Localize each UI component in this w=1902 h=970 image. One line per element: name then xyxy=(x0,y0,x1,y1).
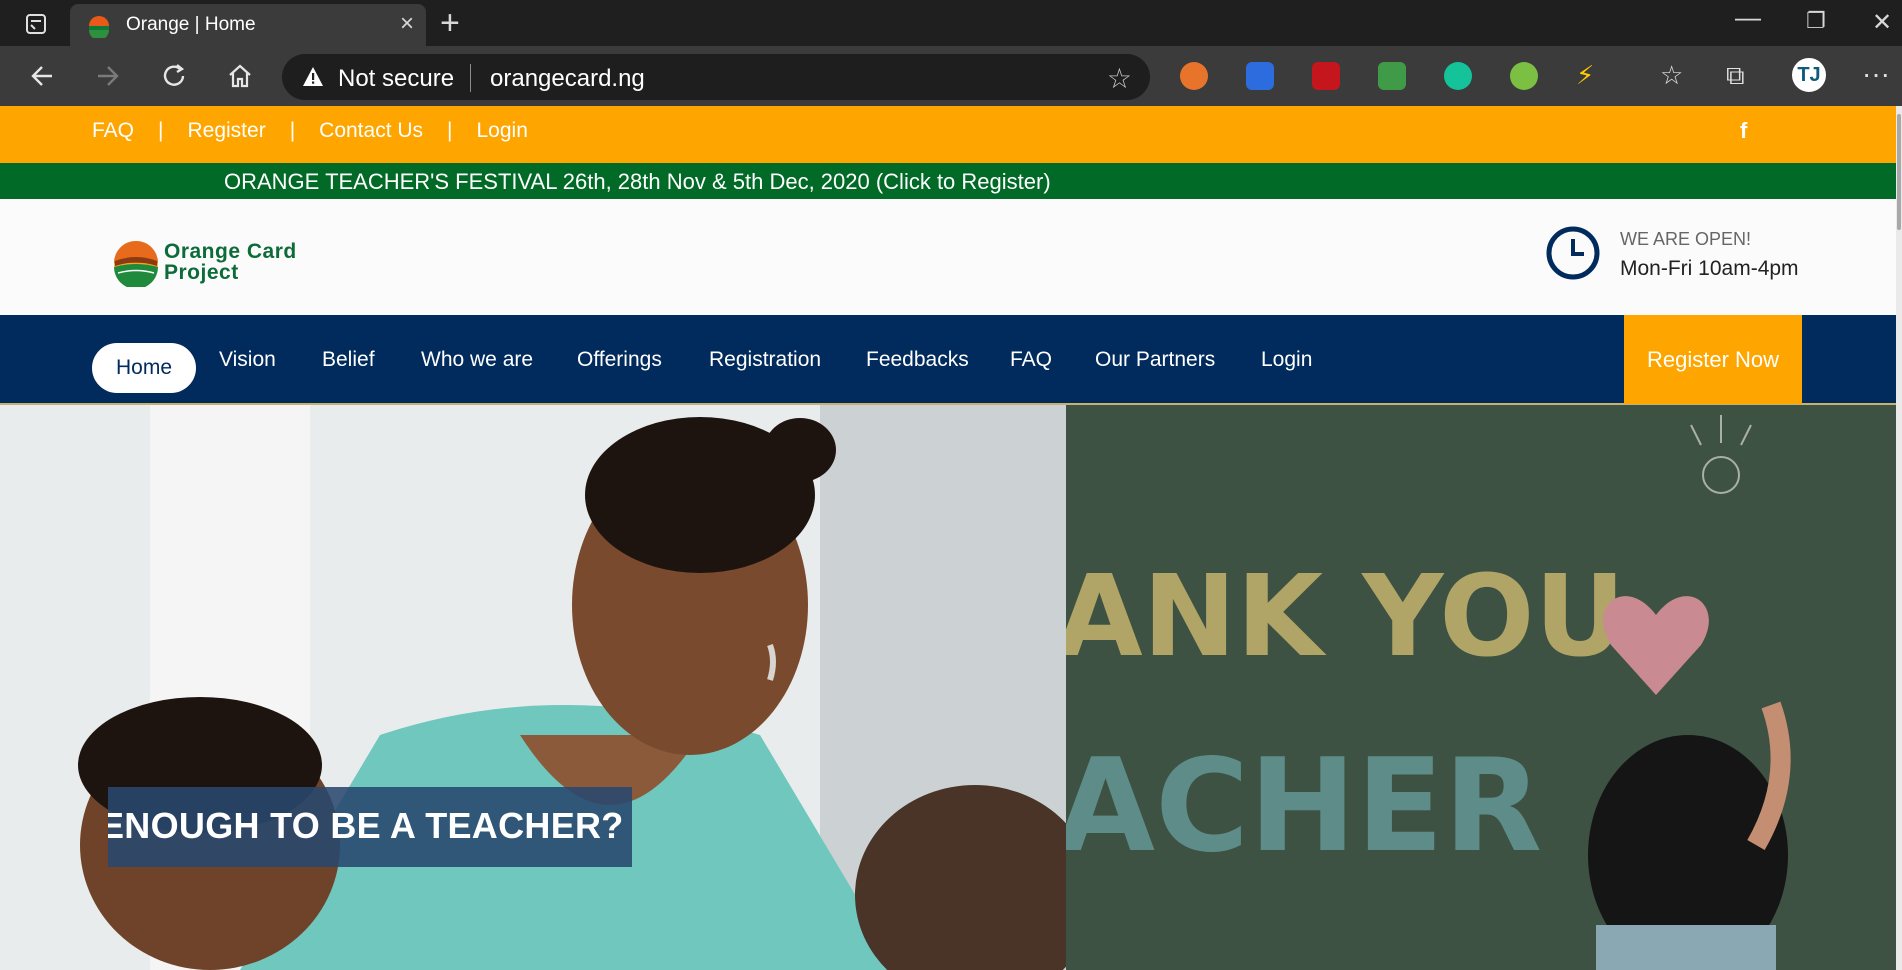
hero-caption: ENOUGH TO BE A TEACHER? xyxy=(108,787,632,867)
profile-initials: TJ xyxy=(1797,64,1821,86)
logo-text: Orange Card Project xyxy=(164,241,297,283)
profile-avatar[interactable]: TJ xyxy=(1790,56,1828,94)
top-link-contact-us[interactable]: Contact Us xyxy=(319,119,423,143)
new-tab-button[interactable]: + xyxy=(440,6,460,40)
more-options-icon[interactable]: ··· xyxy=(1862,58,1890,90)
nav-item-login[interactable]: Login xyxy=(1261,348,1312,372)
clock-icon xyxy=(1546,226,1600,280)
top-link-faq[interactable]: FAQ xyxy=(92,119,134,143)
forward-arrow-icon[interactable] xyxy=(90,60,126,96)
site-header: Orange Card Project WE ARE OPEN! Mon-Fri… xyxy=(0,199,1896,315)
top-link-separator: | xyxy=(158,119,164,142)
opening-label: WE ARE OPEN! xyxy=(1620,229,1752,249)
page-scrollbar[interactable] xyxy=(1896,106,1902,970)
tab-title: Orange | Home xyxy=(126,14,256,35)
nav-item-home[interactable]: Home xyxy=(92,343,196,393)
register-now-button[interactable]: Register Now xyxy=(1624,315,1802,404)
logo-text-line1: Orange Card xyxy=(164,240,297,263)
logo-mark-icon xyxy=(114,241,158,287)
main-navigation: Home Vision Belief Who we are Offerings … xyxy=(0,315,1896,405)
add-favorite-icon[interactable]: ☆ xyxy=(1107,62,1132,95)
lightning-extension-icon[interactable]: ⚡ xyxy=(1576,60,1594,91)
home-icon[interactable] xyxy=(222,60,258,96)
top-link-separator: | xyxy=(289,119,296,142)
nav-item-who-we-are[interactable]: Who we are xyxy=(421,348,533,372)
top-link-register[interactable]: Register xyxy=(187,119,265,143)
favorites-icon[interactable]: ☆ xyxy=(1660,60,1683,91)
grammarly-extension-icon[interactable] xyxy=(1444,62,1472,90)
nav-item-feedbacks[interactable]: Feedbacks xyxy=(866,348,969,372)
brave-shield-extension-icon[interactable] xyxy=(1180,62,1208,90)
address-bar[interactable]: Not secure orangecard.ng ☆ xyxy=(282,54,1150,100)
opening-hours: Mon-Fri 10am-4pm xyxy=(1620,257,1799,280)
nav-item-belief[interactable]: Belief xyxy=(322,348,375,372)
url-text[interactable]: orangecard.ng xyxy=(490,65,645,93)
nav-item-vision[interactable]: Vision xyxy=(219,348,276,372)
thank-you-teacher-chalkboard-image: ANK YOU ACHER xyxy=(1066,405,1896,970)
top-link-separator: | xyxy=(447,119,453,142)
festival-banner-text[interactable]: ORANGE TEACHER'S FESTIVAL 26th, 28th Nov… xyxy=(224,169,1051,195)
window-close-button[interactable]: ✕ xyxy=(1872,8,1892,37)
nav-item-faq[interactable]: FAQ xyxy=(1010,348,1052,372)
tab-actions-icon xyxy=(26,14,46,34)
logo-text-line2: Project xyxy=(164,261,239,284)
pdf-extension-icon[interactable] xyxy=(1312,62,1340,90)
chalk-text-thank-you: ANK YOU xyxy=(1066,552,1625,682)
warning-icon xyxy=(303,67,323,86)
top-links: FAQ | Register | Contact Us | Login xyxy=(92,119,528,143)
close-tab-icon[interactable]: × xyxy=(400,12,414,36)
tab-actions-button[interactable] xyxy=(14,9,58,39)
site-logo[interactable]: Orange Card Project xyxy=(112,239,322,289)
security-status[interactable]: Not secure xyxy=(338,65,454,93)
hero-teacher-photo: ENOUGH TO BE A TEACHER? xyxy=(0,405,1066,970)
browser-toolbar: Not secure orangecard.ng ☆ ⚡ ☆ ⧉ TJ ··· xyxy=(0,46,1902,106)
notes-extension-icon[interactable] xyxy=(1378,62,1406,90)
webpage: FAQ | Register | Contact Us | Login f OR… xyxy=(0,106,1902,970)
active-tab[interactable]: Orange | Home × xyxy=(70,4,426,46)
nav-item-offerings[interactable]: Offerings xyxy=(577,348,662,372)
refresh-icon[interactable] xyxy=(156,60,192,96)
chalk-text-teacher: ACHER xyxy=(1066,732,1542,881)
hero-chalkboard-photo: ANK YOU ACHER xyxy=(1066,405,1896,970)
nav-item-our-partners[interactable]: Our Partners xyxy=(1095,348,1215,372)
screen-capture-extension-icon[interactable] xyxy=(1246,62,1274,90)
back-arrow-icon[interactable] xyxy=(24,60,60,96)
settings-extension-icon[interactable] xyxy=(1510,62,1538,90)
window-minimize-button[interactable]: — xyxy=(1735,2,1761,33)
top-link-login[interactable]: Login xyxy=(477,119,528,143)
window-restore-button[interactable]: ❐ xyxy=(1806,8,1826,34)
teacher-with-student-image xyxy=(0,405,1066,970)
nav-item-registration[interactable]: Registration xyxy=(709,348,821,372)
hero-caption-text: ENOUGH TO BE A TEACHER? xyxy=(108,805,624,846)
scrollbar-thumb[interactable] xyxy=(1897,114,1901,230)
browser-tab-strip: Orange | Home × + — ❐ ✕ xyxy=(0,0,1902,46)
hero-slider[interactable]: ENOUGH TO BE A TEACHER? ANK YOU ACHER xyxy=(0,405,1896,970)
collections-icon[interactable]: ⧉ xyxy=(1726,60,1745,92)
orange-card-favicon xyxy=(89,16,109,38)
address-divider xyxy=(470,64,471,92)
festival-banner[interactable]: ORANGE TEACHER'S FESTIVAL 26th, 28th Nov… xyxy=(0,163,1896,199)
facebook-icon[interactable]: f xyxy=(1740,118,1747,144)
top-utility-bar: FAQ | Register | Contact Us | Login f xyxy=(0,106,1896,163)
